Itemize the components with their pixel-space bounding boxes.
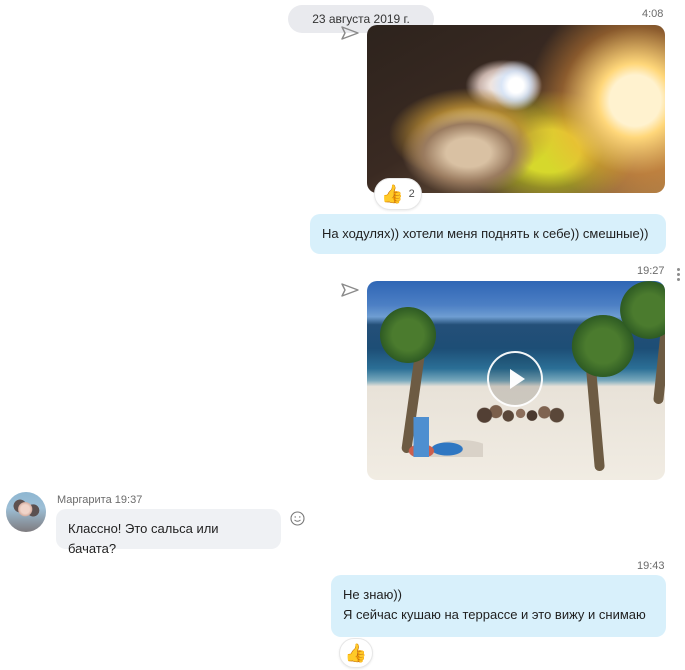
message-bubble-outgoing[interactable]: На ходулях)) хотели меня поднять к себе)…: [310, 214, 666, 254]
message-line: Не знаю)): [343, 587, 403, 602]
message-photo[interactable]: [367, 25, 665, 193]
thumbs-up-icon: 👍: [344, 643, 368, 663]
reaction-badge[interactable]: 👍 2: [374, 178, 422, 210]
message-meta: Маргарита 19:37: [57, 494, 142, 506]
avatar[interactable]: [6, 492, 46, 532]
message-time: 19:43: [637, 560, 665, 572]
message-video[interactable]: [367, 281, 665, 480]
reaction-count: 2: [408, 188, 415, 200]
message-time: 19:37: [114, 494, 143, 506]
sender-name: Маргарита: [57, 494, 112, 506]
message-text: Классно! Это сальса или бачата?: [68, 521, 219, 556]
reaction-badge[interactable]: 👍: [339, 638, 373, 668]
more-icon[interactable]: [677, 268, 680, 281]
message-bubble-incoming[interactable]: Классно! Это сальса или бачата?: [56, 509, 281, 556]
thumbs-up-icon: 👍: [381, 184, 404, 204]
message-text: На ходулях)) хотели меня поднять к себе)…: [322, 226, 649, 241]
emoji-icon[interactable]: [290, 511, 305, 526]
message-line: Я сейчас кушаю на террассе и это вижу и …: [343, 607, 646, 622]
date-separator-label: 23 августа 2019 г.: [312, 12, 410, 26]
message-bubble-outgoing[interactable]: Не знаю)) Я сейчас кушаю на террассе и э…: [331, 575, 666, 637]
paper-plane-icon: [341, 26, 359, 40]
message-time: 19:27: [637, 265, 665, 277]
message-time: 4:08: [642, 8, 664, 20]
paper-plane-icon: [341, 283, 359, 297]
play-icon[interactable]: [487, 351, 543, 407]
